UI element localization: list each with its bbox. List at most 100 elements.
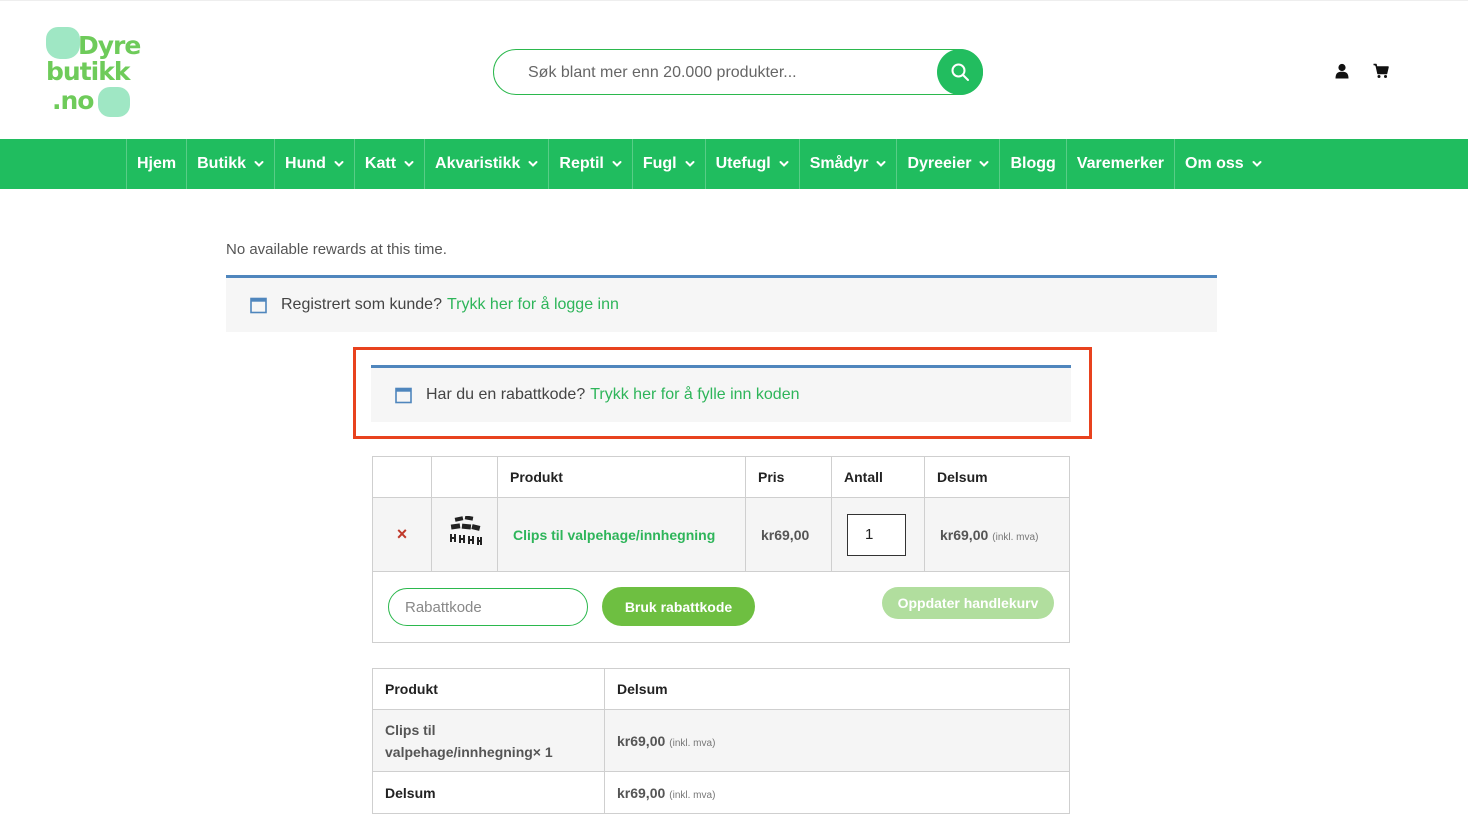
product-subtotal: kr69,00 (inkl. mva)	[925, 527, 1053, 543]
search-bar	[493, 49, 983, 95]
coupon-code-input[interactable]: Rabattkode	[388, 588, 588, 626]
cart-header-thumbnail	[431, 456, 498, 498]
coupon-notice-text: Har du en rabattkode?	[426, 386, 586, 403]
search-button[interactable]	[937, 49, 983, 95]
order-subtotal-value: kr69,00	[617, 784, 666, 801]
nav-item-dyreeier[interactable]: Dyreeier	[896, 139, 999, 189]
nav-item-label: Reptil	[559, 155, 604, 172]
main-nav: Hjem Butikk Hund Katt Akvaristikk Reptil Fugl U…	[0, 139, 1468, 189]
order-header-subtotal: Delsum	[604, 668, 1070, 710]
login-notice: Registrert som kunde? Trykk her for å lo…	[226, 275, 1217, 332]
chevron-down-icon	[876, 161, 886, 167]
nav-item-label: Katt	[364, 155, 397, 172]
cart-header-remove	[372, 456, 432, 498]
product-name-link[interactable]: Clips til valpehage/innhegning	[498, 527, 730, 543]
cart-actions-cell: Rabattkode Bruk rabattkode Oppdater hand…	[372, 571, 1070, 643]
subtotal-cell: kr69,00 (inkl. mva)	[924, 497, 1070, 572]
order-subtotal-label-cell: Delsum	[372, 771, 605, 814]
order-item-name-cell: Clips til valpehage/innhegning× 1	[372, 709, 605, 772]
order-review-table: Produkt Delsum Clips til valpehage/innhe…	[372, 668, 1070, 814]
product-price: kr69,00	[761, 526, 810, 543]
user-icon[interactable]	[1335, 63, 1349, 79]
nav-item-label: Dyreeier	[907, 155, 972, 172]
coupon-notice: Har du en rabattkode? Trykk her for å fy…	[371, 365, 1071, 422]
chevron-down-icon	[404, 161, 414, 167]
logo-text-line1: Dyre	[78, 31, 141, 60]
order-item-name: Clips til valpehage/innhegning	[385, 721, 533, 760]
remove-item-button[interactable]: ×	[397, 524, 408, 544]
window-icon	[250, 297, 267, 313]
cart-header-quantity: Antall	[831, 456, 925, 498]
nav-item-label: Hjem	[137, 155, 177, 172]
nav-item-label: Hund	[285, 155, 326, 172]
cart-header-price: Pris	[745, 456, 832, 498]
vat-note: (inkl. mva)	[992, 531, 1039, 543]
nav-item-akvaristikk[interactable]: Akvaristikk	[424, 139, 548, 189]
apply-coupon-button[interactable]: Bruk rabattkode	[602, 587, 755, 626]
chevron-down-icon	[612, 161, 622, 167]
nav-item-utefugl[interactable]: Utefugl	[704, 139, 799, 189]
nav-item-label: Utefugl	[715, 155, 771, 172]
cart-header-product: Produkt	[497, 456, 746, 498]
site-logo[interactable]: Dyre butikk .no	[44, 25, 150, 121]
nav-item-label: Blogg	[1010, 155, 1056, 172]
rewards-message: No available rewards at this time.	[226, 241, 447, 258]
nav-item-reptil[interactable]: Reptil	[548, 139, 631, 189]
nav-item-fugl[interactable]: Fugl	[631, 139, 705, 189]
nav-item-butikk[interactable]: Butikk	[186, 139, 274, 189]
cart-icon[interactable]	[1373, 63, 1389, 79]
nav-items: Hjem Butikk Hund Katt Akvaristikk Reptil Fugl U…	[126, 139, 1272, 189]
search-icon	[951, 63, 969, 81]
chevron-down-icon	[685, 161, 695, 167]
order-subtotal: kr69,00 (inkl. mva)	[617, 785, 715, 801]
chevron-down-icon	[1252, 161, 1262, 167]
chevron-down-icon	[979, 161, 989, 167]
nav-item-label: Smådyr	[809, 155, 869, 172]
order-header-product: Produkt	[372, 668, 605, 710]
nav-item-smådyr[interactable]: Smådyr	[798, 139, 897, 189]
logo-text-line3: .no	[52, 86, 94, 115]
remove-cell: ×	[372, 497, 432, 572]
login-link[interactable]: Trykk her for å logge inn	[447, 296, 619, 314]
chevron-down-icon	[528, 161, 538, 167]
search-input[interactable]	[528, 62, 908, 84]
nav-item-hjem[interactable]: Hjem	[126, 139, 186, 189]
cart-table: Produkt Pris Antall Delsum × Clips til v…	[372, 456, 1070, 643]
nav-item-label: Butikk	[197, 155, 247, 172]
vat-note: (inkl. mva)	[669, 789, 716, 801]
nav-item-om-oss[interactable]: Om oss	[1174, 139, 1272, 189]
nav-item-label: Akvaristikk	[435, 155, 521, 172]
quantity-input[interactable]: 1	[847, 513, 906, 556]
login-notice-text: Registrert som kunde?	[281, 296, 442, 313]
nav-item-katt[interactable]: Katt	[353, 139, 424, 189]
nav-item-varemerker[interactable]: Varemerker	[1065, 139, 1174, 189]
nav-item-blogg[interactable]: Blogg	[999, 139, 1065, 189]
price-cell: kr69,00	[745, 497, 832, 572]
order-subtotal-value-cell: kr69,00 (inkl. mva)	[604, 771, 1070, 814]
cart-header-row: Produkt Pris Antall Delsum	[372, 456, 1070, 498]
order-subtotal-label: Delsum	[385, 784, 436, 801]
cart-actions-row: Rabattkode Bruk rabattkode Oppdater hand…	[372, 571, 1070, 643]
chevron-down-icon	[779, 161, 789, 167]
nav-item-label: Varemerker	[1076, 155, 1164, 172]
update-cart-button[interactable]: Oppdater handlekurv	[882, 587, 1054, 619]
quantity-cell: 1	[831, 497, 925, 572]
nav-item-label: Fugl	[642, 155, 677, 172]
order-item-total-cell: kr69,00 (inkl. mva)	[604, 709, 1070, 772]
chevron-down-icon	[334, 161, 344, 167]
window-icon	[395, 387, 412, 403]
coupon-link[interactable]: Trykk her for å fylle inn koden	[590, 386, 799, 404]
order-header-row: Produkt Delsum	[372, 668, 1070, 710]
nav-item-hund[interactable]: Hund	[274, 139, 354, 189]
product-subtotal-value: kr69,00	[940, 526, 989, 543]
cart-item-row: × Clips til valpehage/innhegning kr69,00…	[372, 497, 1070, 572]
site-header: Dyre butikk .no	[0, 0, 1468, 139]
header-icons	[1335, 63, 1395, 81]
thumbnail-cell	[431, 497, 498, 572]
vat-note: (inkl. mva)	[669, 737, 716, 749]
product-thumbnail[interactable]	[447, 515, 483, 550]
order-item-row: Clips til valpehage/innhegning× 1 kr69,0…	[372, 709, 1070, 772]
nav-item-label: Om oss	[1185, 155, 1244, 172]
cat-face-icon	[98, 87, 130, 117]
logo-text-line2: butikk	[46, 57, 130, 86]
